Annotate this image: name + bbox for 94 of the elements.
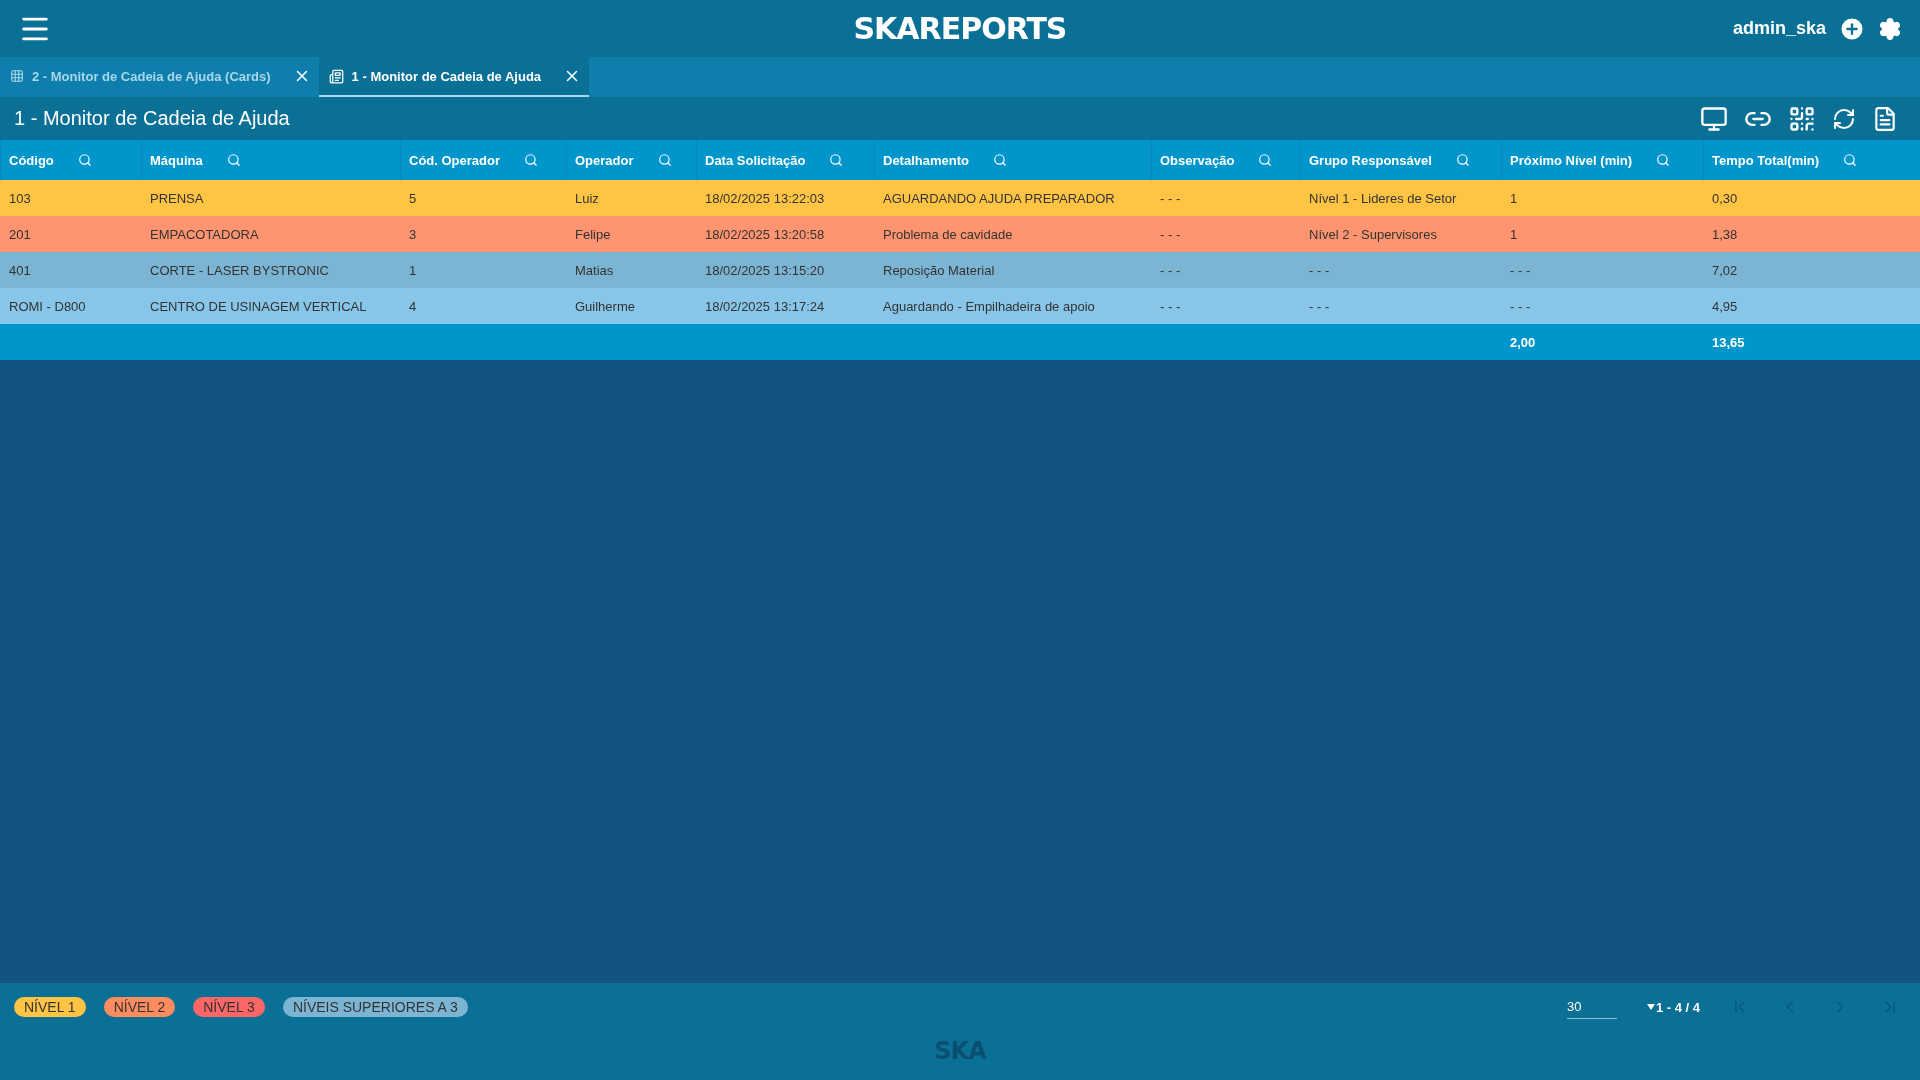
search-icon[interactable] xyxy=(77,153,92,167)
page-size-field[interactable]: 30 xyxy=(1566,995,1617,1019)
table-cell: - - - xyxy=(1151,216,1300,252)
list-icon xyxy=(328,68,344,84)
search-icon[interactable] xyxy=(657,153,672,167)
tab-label: 2 - Monitor de Cadeia de Ajuda (Cards) xyxy=(32,68,271,84)
table-cell: 4 xyxy=(400,288,566,324)
table-cell: CORTE - LASER BYSTRONIC xyxy=(141,252,400,288)
legend-chip: NÍVEIS SUPERIORES A 3 xyxy=(282,997,468,1017)
table-cell: 3 xyxy=(400,216,566,252)
tab[interactable]: 1 - Monitor de Cadeia de Ajuda xyxy=(318,57,590,97)
page-title: 1 - Monitor de Cadeia de Ajuda xyxy=(14,107,291,130)
tab[interactable]: 2 - Monitor de Cadeia de Ajuda (Cards) xyxy=(0,57,319,97)
search-icon[interactable] xyxy=(226,153,241,167)
search-icon[interactable] xyxy=(1843,153,1858,167)
user-name: admin_ska xyxy=(1732,18,1826,39)
monitor-icon[interactable] xyxy=(1700,104,1728,133)
total-cell-text: 13,65 xyxy=(1711,333,1746,352)
table-cell: AGUARDANDO AJUDA PREPARADOR xyxy=(874,180,1151,216)
table-cell: PRENSA xyxy=(141,180,400,216)
column-header[interactable]: Operador xyxy=(566,140,696,180)
qr-code-icon[interactable] xyxy=(1788,104,1816,133)
table-cell: 1 xyxy=(1501,216,1703,252)
table-cell: 401 xyxy=(0,252,141,288)
table-cell: 1 xyxy=(400,252,566,288)
table-cell: 0,30 xyxy=(1703,180,1920,216)
table-cell: 5 xyxy=(400,180,566,216)
search-icon[interactable] xyxy=(524,153,538,167)
total-cell-text: 2,00 xyxy=(1509,333,1537,352)
table-cell: CENTRO DE USINAGEM VERTICAL xyxy=(141,288,400,324)
range-label: 1 - 4 / 4 xyxy=(1655,999,1700,1015)
table-cell: EMPACOTADORA xyxy=(141,216,400,252)
column-header[interactable]: Cód. Operador xyxy=(400,140,566,180)
table-cell: Nível 2 - Supervisores xyxy=(1300,216,1501,252)
table-cell: Reposição Material xyxy=(874,252,1151,288)
column-header[interactable]: Detalhamento xyxy=(874,140,1151,180)
table-cell: Guilherme xyxy=(566,288,696,324)
search-icon[interactable] xyxy=(992,153,1007,167)
table-cell: 103 xyxy=(0,180,141,216)
document-icon[interactable] xyxy=(1872,105,1898,132)
search-icon[interactable] xyxy=(1455,153,1470,167)
column-label: Grupo Responsável xyxy=(1309,152,1432,168)
search-icon[interactable] xyxy=(1258,153,1273,167)
column-header[interactable]: Grupo Responsável xyxy=(1300,140,1501,180)
grid-icon xyxy=(10,69,24,83)
table-cell: Felipe xyxy=(566,216,696,252)
legend-chip: NÍVEL 1 xyxy=(14,997,86,1017)
column-label: Data Solicitação xyxy=(705,152,806,168)
column-label: Operador xyxy=(575,152,634,168)
column-label: Cód. Operador xyxy=(409,152,500,168)
column-header[interactable]: Tempo Total(min) xyxy=(1703,140,1920,180)
search-icon[interactable] xyxy=(829,153,844,167)
logo: SKAREPORTS xyxy=(852,11,1068,46)
table-cell: 18/02/2025 13:22:03 xyxy=(696,180,874,216)
table-cell: 18/02/2025 13:20:58 xyxy=(696,216,874,252)
search-icon[interactable] xyxy=(1656,153,1671,167)
column-header[interactable]: Observação xyxy=(1151,140,1300,180)
table-cell: Nível 1 - Lideres de Setor xyxy=(1300,180,1501,216)
column-label: Código xyxy=(9,152,54,168)
column-label: Detalhamento xyxy=(883,152,969,168)
page-range[interactable]: 1 - 4 / 4 xyxy=(1646,999,1700,1015)
table-cell: - - - xyxy=(1300,288,1501,324)
table-cell: - - - xyxy=(1501,252,1703,288)
column-label: Máquina xyxy=(150,152,203,168)
table-cell: Matias xyxy=(566,252,696,288)
table-cell: 1 xyxy=(1501,180,1703,216)
table-cell: - - - xyxy=(1151,288,1300,324)
column-label: Tempo Total(min) xyxy=(1712,152,1820,168)
table-cell: - - - xyxy=(1300,252,1501,288)
column-header[interactable]: Data Solicitação xyxy=(696,140,874,180)
table-cell: 18/02/2025 13:17:24 xyxy=(696,288,874,324)
table-cell: - - - xyxy=(1501,288,1703,324)
table-cell: 7,02 xyxy=(1703,252,1920,288)
refresh-icon[interactable] xyxy=(1832,106,1856,131)
table-cell: 1,38 xyxy=(1703,216,1920,252)
column-label: Próximo Nível (min) xyxy=(1510,152,1633,168)
tab-label: 1 - Monitor de Cadeia de Ajuda xyxy=(351,68,542,84)
table-cell: - - - xyxy=(1151,180,1300,216)
caret-icon xyxy=(1646,1004,1655,1010)
settings-button[interactable] xyxy=(1878,16,1902,41)
column-header[interactable]: Código xyxy=(0,140,141,180)
legend-chip: NÍVEL 2 xyxy=(103,997,176,1017)
table-cell: Luiz xyxy=(566,180,696,216)
column-label: Observação xyxy=(1160,152,1235,168)
table-cell: ROMI - D800 xyxy=(0,288,141,324)
legend-chip: NÍVEL 3 xyxy=(193,997,265,1017)
table-cell: 201 xyxy=(0,216,141,252)
column-header[interactable]: Máquina xyxy=(141,140,400,180)
table-cell: 18/02/2025 13:15:20 xyxy=(696,252,874,288)
column-header[interactable]: Próximo Nível (min) xyxy=(1501,140,1703,180)
table-cell: 4,95 xyxy=(1703,288,1920,324)
table-cell: Problema de cavidade xyxy=(874,216,1151,252)
table-cell: Aguardando - Empilhadeira de apoio xyxy=(874,288,1151,324)
table-cell: - - - xyxy=(1151,252,1300,288)
